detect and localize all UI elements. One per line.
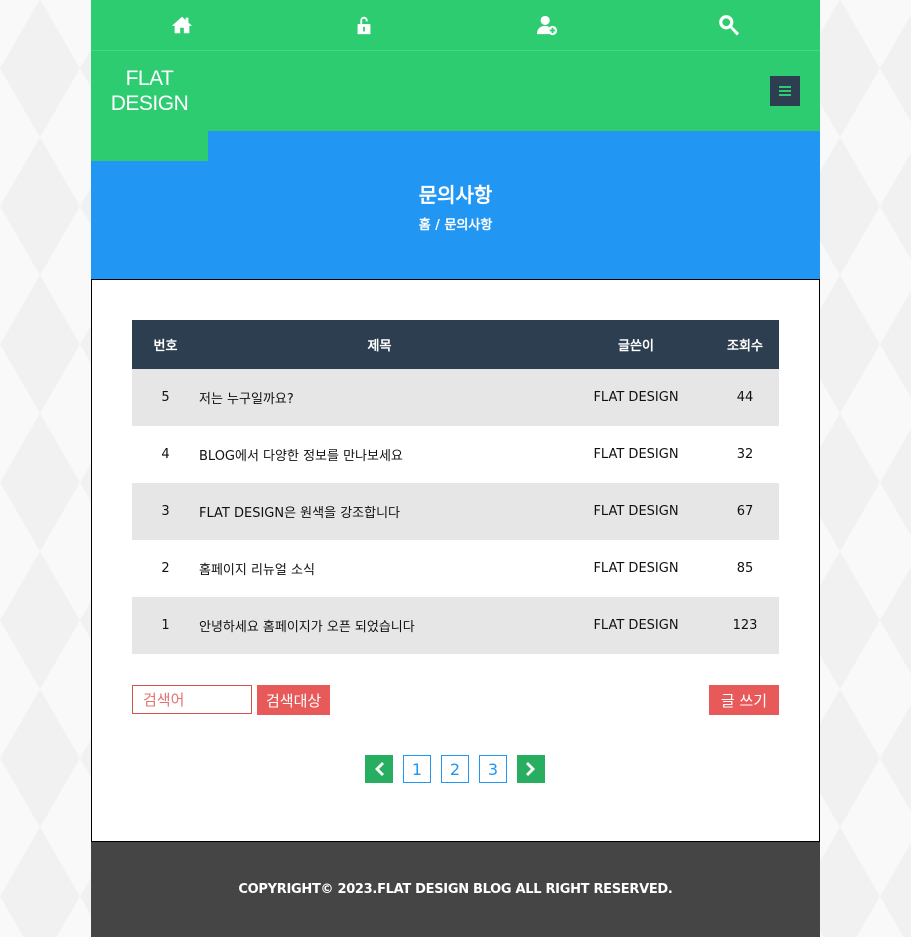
header: FLAT DESIGN [91, 51, 820, 161]
logo-line-2: DESIGN [110, 92, 189, 115]
row-writer: FLAT DESIGN [593, 618, 679, 633]
table-row[interactable]: 4 BLOG에서 다양한 정보를 만나보세요 FLAT DESIGN 32 [132, 426, 779, 483]
row-writer: FLAT DESIGN [593, 390, 679, 405]
row-views: 67 [736, 504, 754, 519]
hamburger-menu-icon [779, 86, 791, 96]
row-views: 32 [736, 447, 754, 462]
user-add-icon [536, 15, 557, 36]
table-row[interactable]: 1 안녕하세요 홈페이지가 오픈 되었습니다 FLAT DESIGN 123 [132, 597, 779, 654]
search-target-button[interactable]: 검색대상 [257, 685, 331, 715]
page-title: 문의사항 [418, 183, 493, 207]
row-writer: FLAT DESIGN [593, 504, 679, 519]
search-icon [719, 15, 739, 36]
page-2-link[interactable]: 2 [441, 755, 469, 783]
page-3-link[interactable]: 3 [479, 755, 507, 783]
row-writer: FLAT DESIGN [593, 447, 679, 462]
copyright-text: COPYRIGHT© 2023.FLAT DESIGN BLOG ALL RIG… [238, 882, 673, 897]
table-header-row: 번호 제목 글쓴이 조회수 [132, 320, 779, 369]
row-views: 85 [736, 561, 754, 576]
unlock-icon [357, 16, 371, 35]
next-page-button[interactable] [517, 755, 545, 783]
table-row[interactable]: 5 저는 누구일까요? FLAT DESIGN 44 [132, 369, 779, 426]
table-row[interactable]: 3 FLAT DESIGN은 원색을 강조합니다 FLAT DESIGN 67 [132, 483, 779, 540]
header-writer: 글쓴이 [618, 339, 654, 354]
nav-search[interactable] [638, 0, 820, 50]
row-writer: FLAT DESIGN [593, 561, 679, 576]
chevron-right-icon [526, 762, 535, 776]
menu-button[interactable] [770, 76, 800, 106]
board-table: 번호 제목 글쓴이 조회수 5 저는 누구일까요? FLAT DESIGN 44… [132, 320, 779, 654]
page: FLAT DESIGN 문의사항 홈 / 문의사항 번호 제목 글쓴이 조회수 … [91, 0, 820, 937]
breadcrumb: 홈 / 문의사항 [418, 218, 493, 233]
header-title: 제목 [367, 339, 392, 354]
row-views: 123 [732, 618, 758, 633]
header-num: 번호 [153, 339, 178, 354]
table-row[interactable]: 2 홈페이지 리뉴얼 소식 FLAT DESIGN 85 [132, 540, 779, 597]
nav-login[interactable] [273, 0, 455, 50]
row-title-link[interactable]: 안녕하세요 홈페이지가 오픈 되었습니다 [199, 597, 561, 654]
board-content: 번호 제목 글쓴이 조회수 5 저는 누구일까요? FLAT DESIGN 44… [91, 280, 820, 842]
row-title-link[interactable]: 저는 누구일까요? [199, 369, 561, 426]
prev-page-button[interactable] [365, 755, 393, 783]
header-views: 조회수 [727, 339, 763, 354]
row-num: 2 [161, 561, 170, 576]
search-bar: 검색대상 [132, 685, 331, 715]
pagination: 1 2 3 [365, 755, 545, 783]
row-num: 3 [161, 504, 170, 519]
row-title-link[interactable]: 홈페이지 리뉴얼 소식 [199, 540, 561, 597]
row-num: 4 [161, 447, 170, 462]
nav-join[interactable] [456, 0, 638, 50]
page-1-link[interactable]: 1 [403, 755, 431, 783]
row-title-link[interactable]: FLAT DESIGN은 원색을 강조합니다 [199, 483, 561, 540]
write-post-button[interactable]: 글 쓰기 [709, 685, 779, 715]
nav-home[interactable] [91, 0, 273, 50]
row-num: 1 [161, 618, 170, 633]
row-title-link[interactable]: BLOG에서 다양한 정보를 만나보세요 [199, 426, 561, 483]
row-views: 44 [736, 390, 754, 405]
top-nav [91, 0, 820, 51]
chevron-left-icon [375, 762, 384, 776]
home-icon [172, 16, 193, 34]
site-logo[interactable]: FLAT DESIGN [91, 51, 208, 161]
logo-line-1: FLAT [125, 67, 174, 90]
search-input[interactable] [132, 685, 252, 714]
footer: COPYRIGHT© 2023.FLAT DESIGN BLOG ALL RIG… [91, 842, 820, 937]
row-num: 5 [161, 390, 170, 405]
